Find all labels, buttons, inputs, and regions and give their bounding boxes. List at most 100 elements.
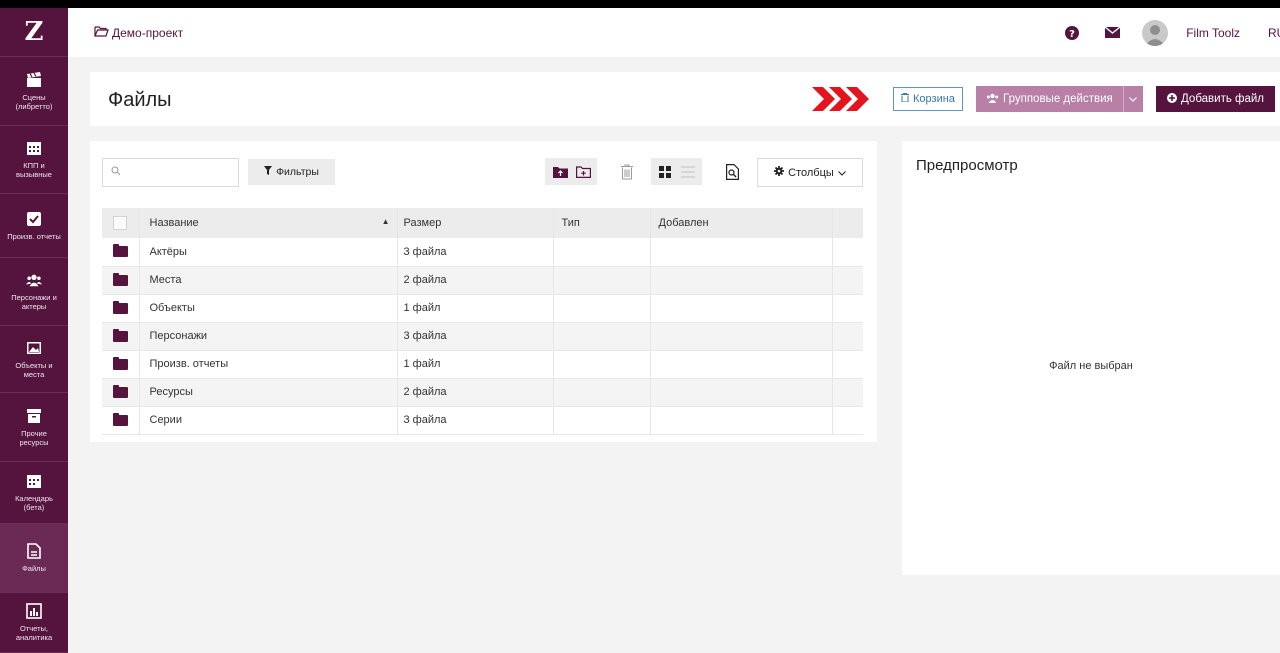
sidebar-item-label: Файлы — [22, 564, 46, 573]
user-name[interactable]: Film Toolz — [1186, 26, 1240, 40]
file-added — [650, 406, 833, 435]
users-icon — [986, 93, 999, 106]
table-row[interactable]: Произв. отчеты 1 файл — [102, 350, 863, 379]
file-icon — [26, 543, 42, 559]
trash-button[interactable]: Корзина — [893, 87, 963, 111]
file-name[interactable]: Серии — [139, 406, 398, 435]
add-file-label: Добавить файл — [1181, 93, 1265, 105]
file-name[interactable]: Персонажи — [139, 322, 398, 351]
sidebar-item-calendar[interactable]: Календарь (бета) — [0, 462, 68, 524]
group-actions-label: Групповые действия — [1003, 93, 1113, 105]
folder-icon — [112, 412, 128, 426]
app-logo[interactable]: Z — [0, 8, 68, 57]
sidebar-item-label: Произв. отчеты — [7, 231, 61, 241]
image-icon — [26, 340, 42, 356]
sidebar-item-label: Персонажи и актеры — [11, 293, 57, 311]
file-name[interactable]: Ресурсы — [139, 378, 398, 407]
list-view-icon[interactable] — [676, 158, 700, 185]
filter-icon — [264, 166, 273, 178]
columns-label: Столбцы — [788, 166, 834, 179]
file-name[interactable]: Актёры — [139, 238, 398, 267]
file-name[interactable]: Объекты — [139, 294, 398, 323]
folder-open-icon — [94, 25, 109, 40]
file-type — [553, 238, 651, 267]
add-file-button[interactable]: Добавить файл — [1156, 86, 1276, 112]
file-size: 1 файл — [397, 350, 554, 379]
file-size: 1 файл — [397, 294, 554, 323]
breadcrumb[interactable]: Демо-проект — [94, 25, 183, 40]
sidebar-item-callsheets[interactable]: КПП и вызывные — [0, 126, 68, 194]
folder-icon — [112, 384, 128, 398]
sidebar-item-label: КПП и вызывные — [16, 161, 52, 179]
column-header-added[interactable]: Добавлен — [650, 208, 833, 238]
red-chevrons-icon — [812, 85, 870, 116]
page-title: Файлы — [108, 89, 172, 111]
search-input[interactable] — [121, 166, 238, 179]
table-row[interactable]: Актёры 3 файла — [102, 238, 863, 267]
app-frame: Z Сцены (либретто) КПП и вызывные Произв… — [0, 8, 1280, 653]
file-type — [553, 294, 651, 323]
file-size: 3 файла — [397, 322, 554, 351]
table-row[interactable]: Места 2 файла — [102, 266, 863, 295]
file-size: 2 файла — [397, 266, 554, 295]
avatar[interactable] — [1142, 19, 1169, 46]
mail-icon[interactable] — [1092, 27, 1132, 38]
grid-view-icon[interactable] — [653, 158, 677, 185]
table-row[interactable]: Серии 3 файла — [102, 406, 863, 435]
files-panel: Фильтры Столбцы Название ▲ Размер Тип До… — [90, 141, 877, 442]
file-type — [553, 322, 651, 351]
file-added — [650, 350, 833, 379]
folder-icon — [112, 356, 128, 370]
file-name[interactable]: Произв. отчеты — [139, 350, 398, 379]
file-type — [553, 406, 651, 435]
search-box[interactable] — [102, 158, 239, 187]
table-row[interactable]: Объекты 1 файл — [102, 294, 863, 323]
folder-up-icon[interactable] — [548, 158, 572, 185]
files-table: Название ▲ Размер Тип Добавлен Актёры 3 … — [102, 208, 863, 435]
sidebar-item-reports[interactable]: Произв. отчеты — [0, 194, 68, 258]
file-type — [553, 378, 651, 407]
file-name[interactable]: Места — [139, 266, 398, 295]
select-all-checkbox[interactable] — [102, 208, 140, 238]
sidebar-item-resources[interactable]: Прочие ресурсы — [0, 393, 68, 462]
file-size: 3 файла — [397, 238, 554, 267]
file-added — [650, 266, 833, 295]
sidebar-item-objects[interactable]: Объекты и места — [0, 326, 68, 393]
sidebar-item-files[interactable]: Файлы — [0, 524, 68, 593]
sidebar-item-label: Сцены (либретто) — [15, 92, 53, 111]
sidebar-item-analytics[interactable]: Отчеты, аналитика — [0, 593, 68, 653]
table-row[interactable]: Ресурсы 2 файла — [102, 378, 863, 407]
table-row[interactable]: Персонажи 3 файла — [102, 322, 863, 351]
filters-button[interactable]: Фильтры — [248, 159, 335, 185]
column-header-extra — [832, 208, 863, 238]
chevron-down-icon — [837, 167, 846, 179]
language-selector[interactable]: RU — [1268, 26, 1280, 40]
chevron-down-icon[interactable] — [1122, 86, 1143, 112]
preview-file-icon[interactable] — [720, 158, 744, 185]
table-header-row: Название ▲ Размер Тип Добавлен — [102, 208, 863, 238]
trash-icon — [901, 93, 909, 105]
search-icon — [111, 166, 121, 179]
trash-button-label: Корзина — [913, 93, 955, 105]
calendar-icon — [26, 473, 42, 489]
file-added — [650, 238, 833, 267]
column-header-type[interactable]: Тип — [553, 208, 651, 238]
delete-icon[interactable] — [615, 158, 639, 185]
column-header-size[interactable]: Размер — [397, 208, 554, 238]
file-size: 3 файла — [397, 406, 554, 435]
file-added — [650, 294, 833, 323]
checkbox-icon — [26, 211, 42, 227]
sidebar-item-scenes[interactable]: Сцены (либретто) — [0, 57, 68, 126]
columns-button[interactable]: Столбцы — [757, 158, 863, 187]
column-header-name[interactable]: Название ▲ — [139, 208, 398, 238]
breadcrumb-project[interactable]: Демо-проект — [112, 26, 183, 40]
file-added — [650, 378, 833, 407]
group-actions-button[interactable]: Групповые действия — [976, 86, 1143, 112]
filters-label: Фильтры — [276, 166, 319, 178]
sidebar-item-label: Отчеты, аналитика — [15, 624, 53, 642]
plus-circle-icon — [1167, 92, 1177, 106]
folder-icon — [112, 244, 128, 258]
sidebar-item-characters[interactable]: Персонажи и актеры — [0, 258, 68, 326]
new-folder-icon[interactable] — [571, 158, 595, 185]
help-icon[interactable]: ? — [1052, 25, 1092, 40]
